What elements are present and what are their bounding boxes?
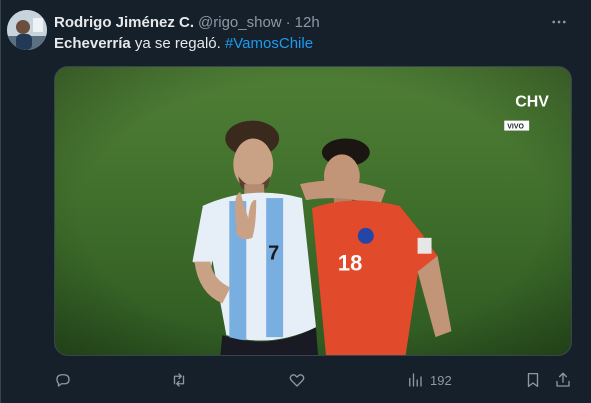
views-count: 192 xyxy=(430,372,452,388)
retweet-icon xyxy=(173,373,185,387)
views-chart-icon xyxy=(409,373,422,387)
action-bar: 192 xyxy=(54,368,574,392)
reply-icon xyxy=(56,374,70,387)
more-horizontal-icon xyxy=(552,20,566,24)
player-right-number: 18 xyxy=(338,251,362,276)
reply-button[interactable] xyxy=(54,368,72,392)
player-left-number: 7 xyxy=(268,243,279,265)
broadcaster-live-label: VIVO xyxy=(507,124,524,131)
tweet-text-bold: Echeverría xyxy=(54,35,131,52)
share-icon xyxy=(556,372,570,387)
tweet-text-plain: ya se regaló. xyxy=(130,35,225,52)
tweet-text: Echeverría ya se regaló. #VamosChile xyxy=(54,34,313,54)
more-options-button[interactable] xyxy=(549,12,569,32)
avatar-image xyxy=(7,10,47,50)
broadcaster-logo-text: CHV xyxy=(515,94,549,111)
hashtag-link[interactable]: #VamosChile xyxy=(225,35,313,52)
like-button[interactable] xyxy=(288,368,306,392)
views-button[interactable]: 192 xyxy=(406,368,452,392)
tweet[interactable]: Rodrigo Jiménez C. @rigo_show · 12h Eche… xyxy=(0,0,591,403)
tweet-media[interactable]: 7 18 CHV VIVO xyxy=(54,66,572,356)
heart-icon xyxy=(289,374,305,387)
timestamp[interactable]: 12h xyxy=(295,14,320,31)
retweet-button[interactable] xyxy=(170,368,188,392)
share-button[interactable] xyxy=(554,368,572,392)
bookmark-button[interactable] xyxy=(524,368,542,392)
bookmark-icon xyxy=(527,372,539,388)
avatar[interactable] xyxy=(7,10,47,50)
user-handle[interactable]: @rigo_show xyxy=(198,14,282,31)
tweet-header: Rodrigo Jiménez C. @rigo_show · 12h xyxy=(54,12,320,32)
display-name[interactable]: Rodrigo Jiménez C. xyxy=(54,14,194,31)
separator-dot: · xyxy=(285,13,291,31)
media-photo: 7 18 CHV VIVO xyxy=(55,67,571,355)
